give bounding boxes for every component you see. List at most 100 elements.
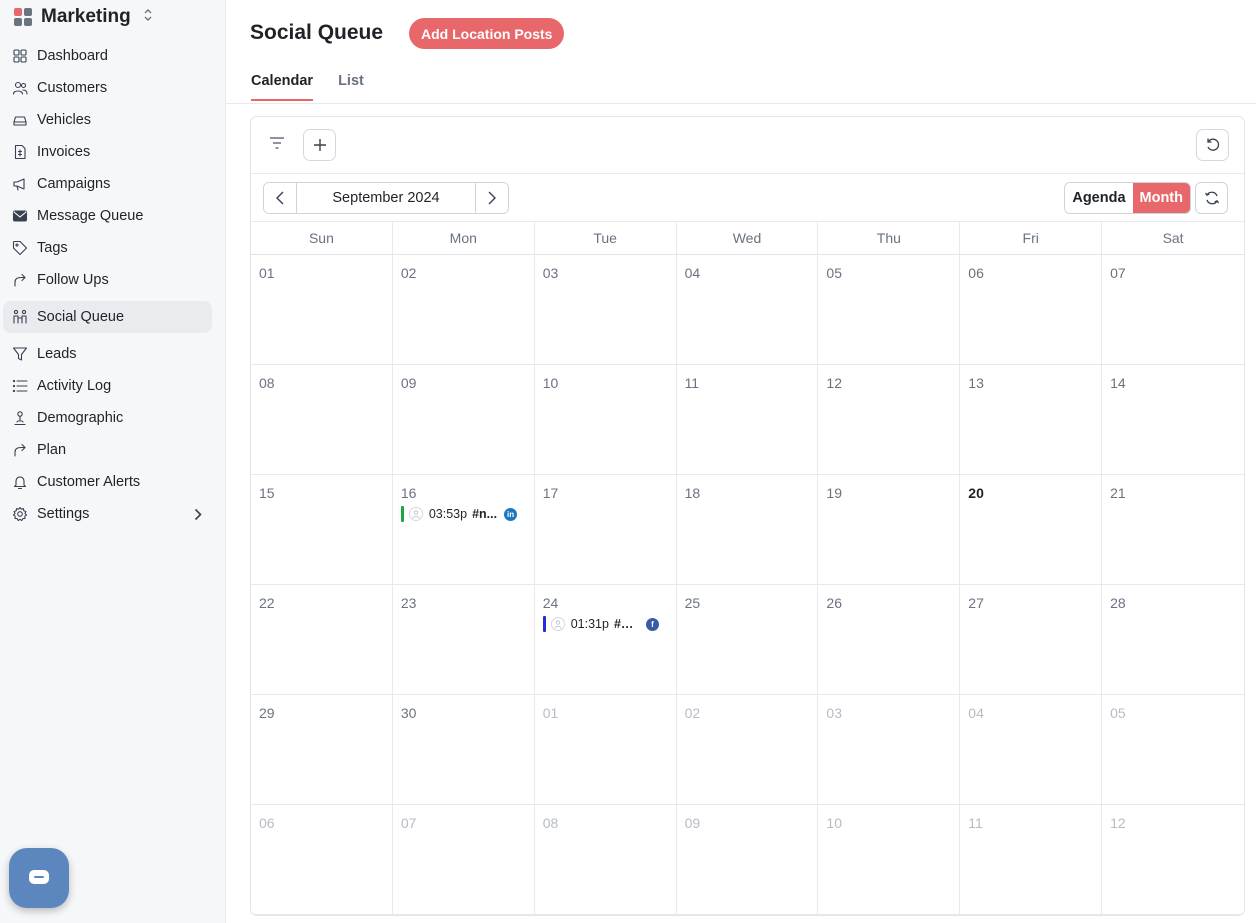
people-icon	[12, 309, 28, 325]
day-cell[interactable]: 12	[818, 365, 961, 475]
sidebar-item-customers[interactable]: Customers	[3, 72, 212, 104]
day-cell[interactable]: 06	[251, 805, 393, 915]
day-cell[interactable]: 08	[251, 365, 393, 475]
day-cell[interactable]: 14	[1102, 365, 1244, 475]
refresh-button[interactable]	[1195, 182, 1228, 214]
day-cell[interactable]: 01	[251, 255, 393, 365]
day-cell[interactable]: 23	[392, 585, 535, 695]
scheduled-post[interactable]: 01:31p #oi... f	[542, 616, 676, 632]
day-cell[interactable]: 30	[392, 695, 535, 805]
sidebar-item-invoices[interactable]: Invoices	[3, 136, 212, 168]
weekday-fri: Fri	[960, 222, 1103, 254]
sidebar-item-label: Customer Alerts	[37, 474, 141, 490]
day-cell[interactable]: 18	[676, 475, 819, 585]
sidebar-item-follow-ups[interactable]: Follow Ups	[3, 264, 212, 296]
day-cell[interactable]: 25	[676, 585, 819, 695]
sidebar-item-dashboard[interactable]: Dashboard	[3, 40, 212, 72]
sidebar-item-customer-alerts[interactable]: Customer Alerts	[3, 466, 212, 498]
sidebar-item-social-queue[interactable]: Social Queue	[3, 301, 212, 333]
next-month-button[interactable]	[476, 183, 508, 213]
sidebar-item-demographic[interactable]: Demographic	[3, 402, 212, 434]
day-number: 28	[1110, 595, 1126, 611]
tab-list[interactable]: List	[338, 73, 364, 101]
day-cell[interactable]: 09	[392, 365, 535, 475]
day-number: 16	[400, 485, 417, 501]
add-post-button[interactable]	[303, 129, 336, 161]
day-cell[interactable]: 20	[960, 475, 1103, 585]
day-cell[interactable]: 21	[1102, 475, 1244, 585]
month-view-button[interactable]: Month	[1132, 183, 1190, 213]
sidebar-item-message-queue[interactable]: Message Queue	[3, 200, 212, 232]
sidebar-item-tags[interactable]: Tags	[3, 232, 212, 264]
day-cell[interactable]: 10	[534, 365, 677, 475]
day-number: 27	[968, 595, 984, 611]
day-cell[interactable]: 09	[676, 805, 819, 915]
day-cell[interactable]: 01	[534, 695, 677, 805]
day-cell[interactable]: 29	[251, 695, 393, 805]
weekday-sat: Sat	[1162, 230, 1184, 246]
day-cell[interactable]: 07	[392, 805, 535, 915]
agenda-view-button[interactable]: Agenda	[1065, 183, 1133, 213]
day-cell[interactable]: 19	[818, 475, 961, 585]
day-cell[interactable]: 11	[676, 365, 819, 475]
sidebar-item-activity-log[interactable]: Activity Log	[3, 370, 212, 402]
day-cell[interactable]: 12	[1102, 805, 1244, 915]
calendar-card: September 2024 Agenda Month Sun Mon Tue Wed…	[250, 116, 1245, 916]
tab-calendar[interactable]: Calendar	[251, 73, 314, 101]
day-number: 02	[400, 265, 417, 281]
day-cell[interactable]: 15	[251, 475, 393, 585]
day-cell[interactable]: 22	[251, 585, 393, 695]
reset-button[interactable]	[1196, 129, 1229, 161]
filter-icon[interactable]	[269, 136, 285, 150]
day-number: 06	[968, 265, 984, 281]
chat-icon	[29, 870, 49, 884]
day-cell[interactable]: 26	[818, 585, 961, 695]
chevron-right-icon	[488, 191, 496, 205]
sidebar-item-campaigns[interactable]: Campaigns	[3, 168, 212, 200]
day-cell[interactable]: 08	[534, 805, 677, 915]
day-number: 24	[542, 595, 559, 611]
weekday-thu: Thu	[818, 222, 961, 254]
day-cell[interactable]: 07	[1102, 255, 1244, 365]
day-cell[interactable]: 11	[960, 805, 1103, 915]
day-cell[interactable]: 13	[960, 365, 1103, 475]
day-cell[interactable]: 17	[534, 475, 677, 585]
day-cell[interactable]: 03	[818, 695, 961, 805]
event-title: #oi...	[613, 617, 640, 631]
day-cell[interactable]: 05	[818, 255, 961, 365]
day-number: 20	[968, 485, 984, 501]
day-cell[interactable]: 03	[534, 255, 677, 365]
day-number: 14	[1110, 375, 1126, 391]
prev-month-button[interactable]	[264, 183, 296, 213]
sidebar-item-label: Activity Log	[37, 378, 112, 394]
day-number: 13	[968, 375, 984, 391]
chevron-left-icon	[276, 191, 284, 205]
day-cell[interactable]: 16 03:53p #n... in	[392, 475, 535, 585]
day-cell[interactable]: 24 01:31p #oi... f	[534, 585, 677, 695]
users-icon	[12, 80, 28, 96]
sidebar-item-vehicles[interactable]: Vehicles	[3, 104, 212, 136]
day-cell[interactable]: 28	[1102, 585, 1244, 695]
sidebar-item-leads[interactable]: Leads	[3, 338, 212, 370]
chat-button[interactable]	[9, 848, 69, 908]
workspace-switcher[interactable]: Marketing	[0, 0, 225, 34]
day-cell[interactable]: 27	[960, 585, 1103, 695]
event-time: 03:53p	[428, 507, 468, 521]
day-number: 21	[1110, 485, 1126, 501]
calendar-toolbar	[251, 117, 1244, 174]
page-title: Social Queue	[250, 21, 384, 44]
add-location-posts-button[interactable]: Add Location Posts	[409, 18, 565, 49]
sidebar-item-settings[interactable]: Settings	[3, 498, 212, 530]
day-cell[interactable]: 02	[392, 255, 535, 365]
day-cell[interactable]: 04	[960, 695, 1103, 805]
day-cell[interactable]: 05	[1102, 695, 1244, 805]
tag-icon	[12, 240, 28, 256]
day-cell[interactable]: 10	[818, 805, 961, 915]
day-number: 01	[542, 705, 559, 721]
day-cell[interactable]: 06	[960, 255, 1103, 365]
sidebar-nav: Dashboard Customers Vehicles Invoices Campai…	[0, 40, 225, 530]
scheduled-post[interactable]: 03:53p #n... in	[400, 506, 534, 522]
day-cell[interactable]: 02	[676, 695, 819, 805]
sidebar-item-plan[interactable]: Plan	[3, 434, 212, 466]
day-cell[interactable]: 04	[676, 255, 819, 365]
